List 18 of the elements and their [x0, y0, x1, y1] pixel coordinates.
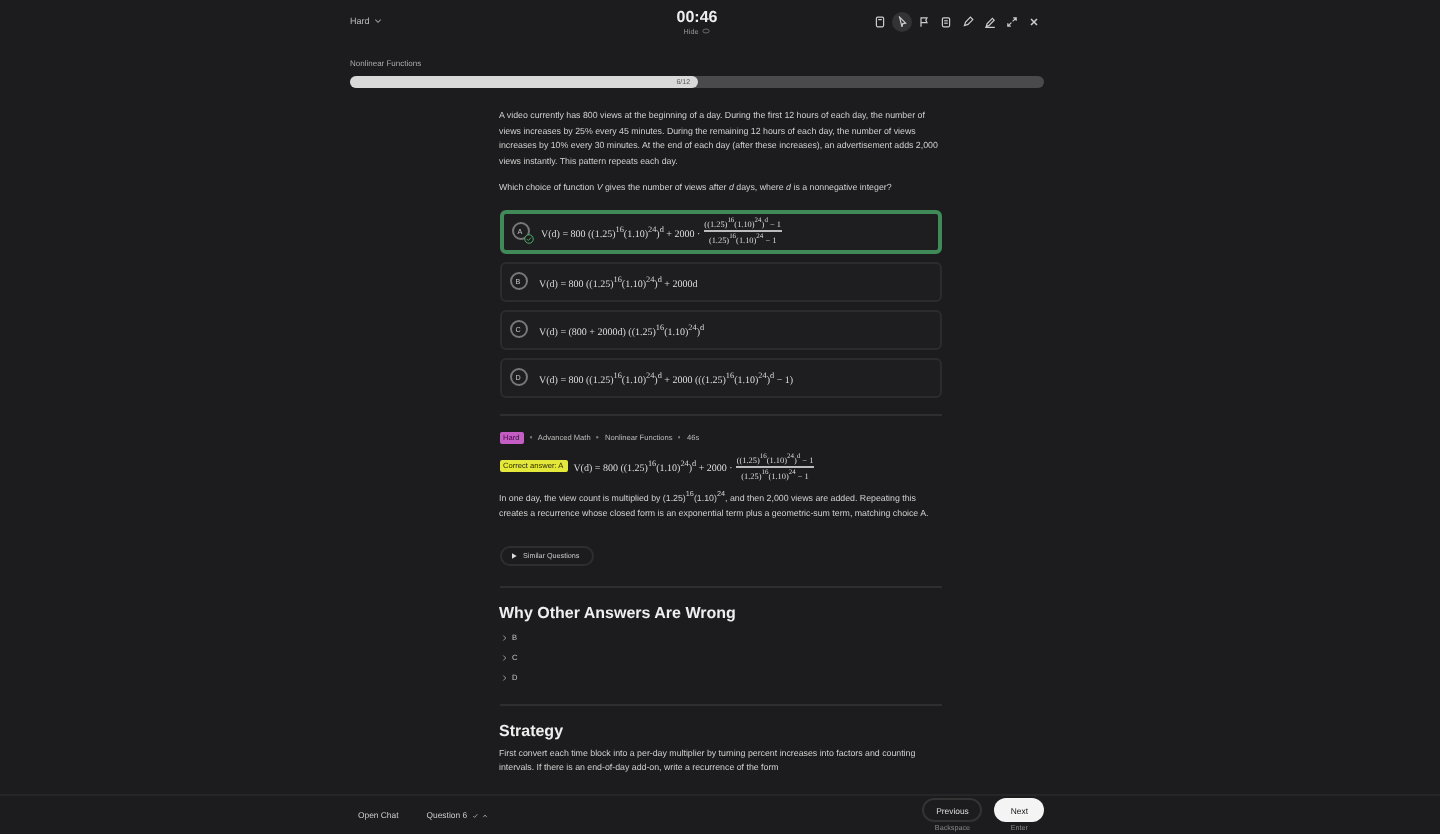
cursor-icon[interactable]: [892, 11, 912, 31]
check-icon: [471, 811, 478, 819]
timer: 00:46: [676, 7, 718, 25]
chevron-icon: [501, 653, 506, 662]
notes-icon[interactable]: [936, 11, 956, 31]
section-heading: Strategy: [499, 721, 566, 740]
chevron-icon: [501, 673, 506, 682]
chevron-icon: [501, 633, 506, 642]
calculator-icon[interactable]: [870, 11, 890, 31]
check-icon: [523, 234, 533, 245]
chevron-icon: [373, 18, 382, 24]
separator-dot: [596, 436, 599, 440]
eye-icon: [702, 28, 711, 34]
highlighter-icon[interactable]: [958, 11, 978, 31]
expand-icon[interactable]: [1002, 11, 1022, 31]
section-heading: Why Other Answers Are Wrong: [499, 603, 738, 622]
play-icon: [509, 551, 517, 560]
flag-icon[interactable]: [914, 11, 934, 31]
